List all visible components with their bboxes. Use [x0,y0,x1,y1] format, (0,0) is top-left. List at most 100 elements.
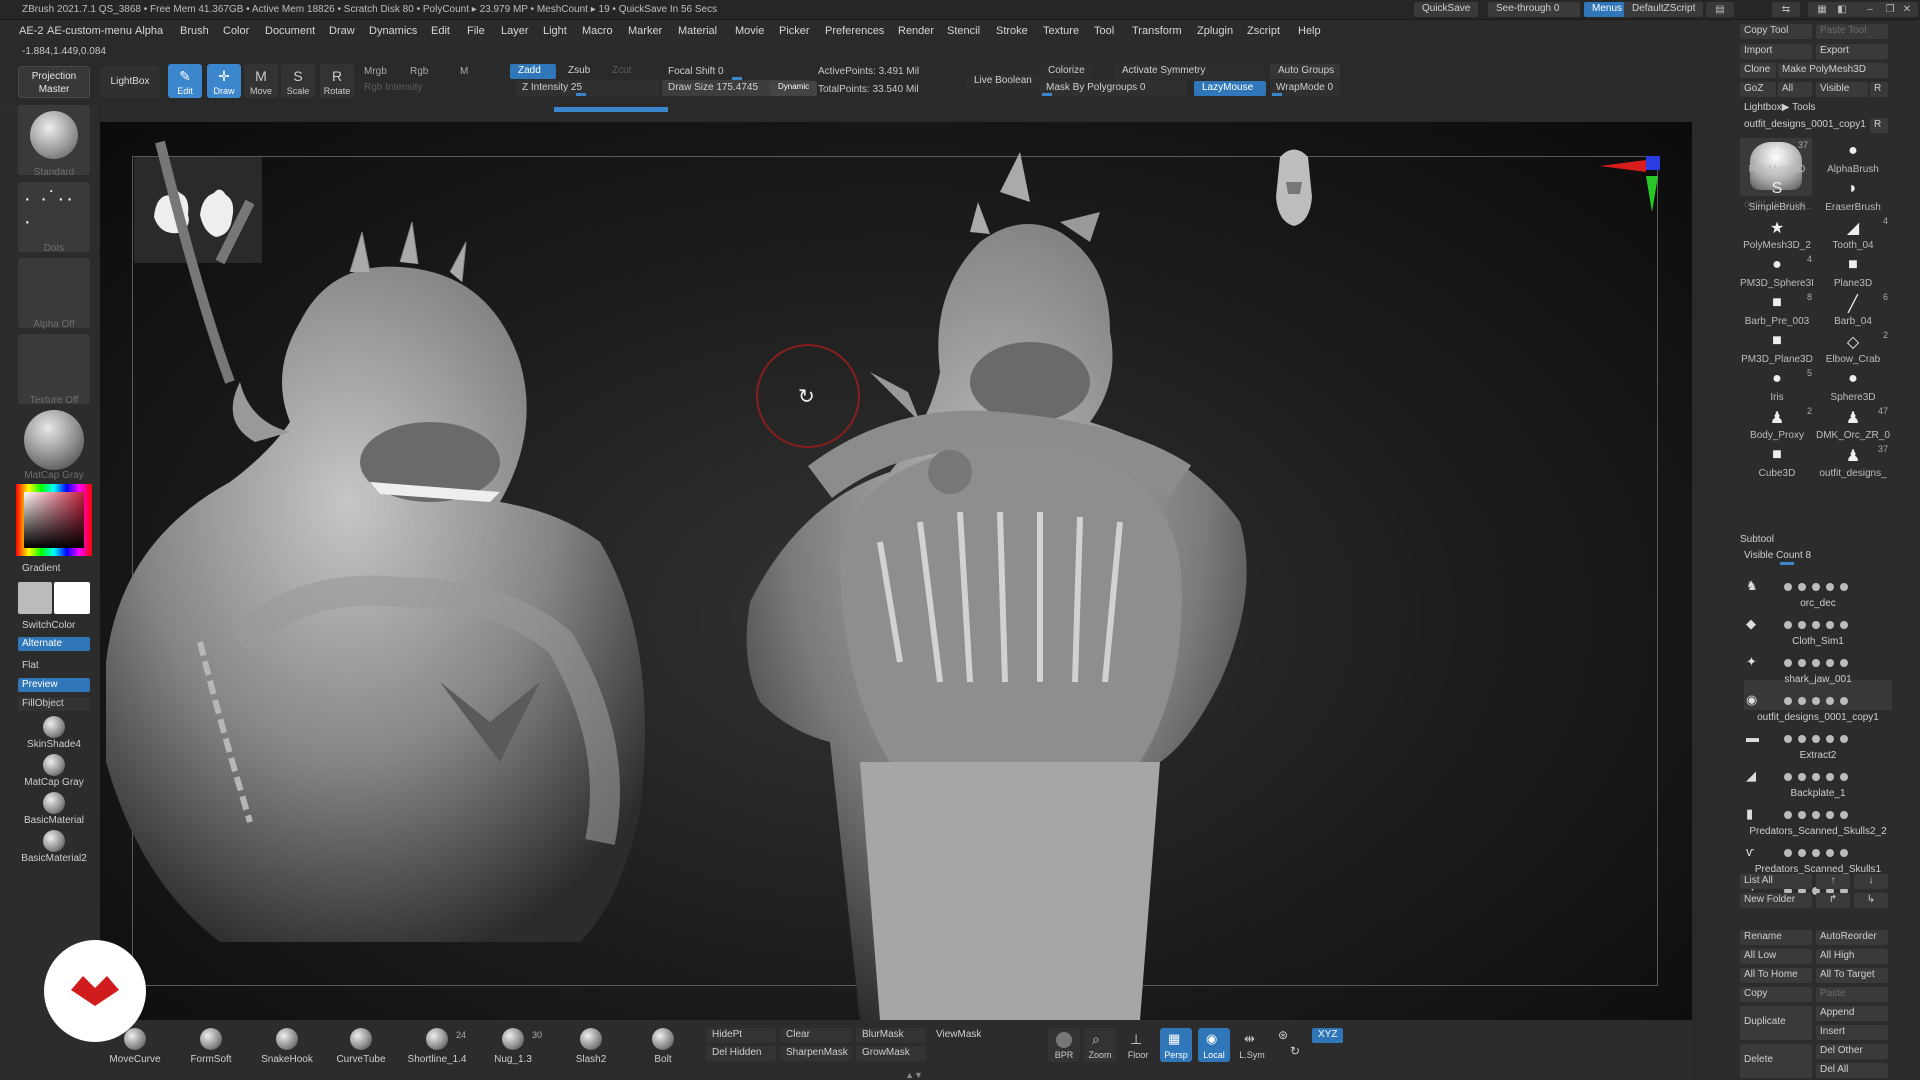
menu-tool[interactable]: Tool [1094,25,1114,37]
matcap-gray-material-icon[interactable] [43,754,65,776]
duplicate-button[interactable]: Duplicate [1740,1006,1812,1040]
subtool-row[interactable]: orc_dec ◆ [1744,598,1892,634]
lsym-button[interactable]: ⇹ L.Sym [1236,1028,1268,1062]
alpha-thumbnail[interactable] [18,258,90,328]
menu-render[interactable]: Render [898,25,934,37]
tool-item[interactable]: ● AlphaBrush [1816,140,1890,178]
menu-layer[interactable]: Layer [501,25,529,37]
main-color-swatch[interactable] [54,582,90,614]
arrow-up-right-icon[interactable]: ↱ [1816,893,1850,908]
left-creature-bust[interactable] [106,140,645,943]
rgb-intensity-slider[interactable]: Rgb Intensity [364,82,422,93]
menu-marker[interactable]: Marker [628,25,662,37]
menu-texture[interactable]: Texture [1043,25,1079,37]
gyro-icon[interactable]: ⊛ [1278,1028,1292,1042]
tool-item[interactable]: ◗ EraserBrush [1816,178,1890,216]
tool-item[interactable]: ♟ 47 DMK_Orc_ZR_0( [1816,406,1890,444]
del-hidden-button[interactable]: Del Hidden [706,1046,776,1061]
menu-picker[interactable]: Picker [779,25,810,37]
menu-light[interactable]: Light [543,25,567,37]
default-zscript-button[interactable]: DefaultZScript [1624,2,1704,17]
persp-button[interactable]: ▦ Persp [1160,1028,1192,1062]
mask-by-polygroups-slider[interactable]: Mask By Polygroups 0 [1040,80,1186,96]
clear-mask-button[interactable]: Clear [780,1028,852,1043]
tool-item[interactable]: ● Sphere3D [1816,368,1890,406]
wrapmode-slider[interactable]: WrapMode 0 [1270,80,1340,96]
activate-symmetry-button[interactable]: Activate Symmetry [1114,64,1264,79]
live-boolean-button[interactable]: Live Boolean [966,74,1040,89]
menu-movie[interactable]: Movie [735,25,764,37]
menu-material[interactable]: Material [678,25,717,37]
quicksave-button[interactable]: QuickSave [1414,2,1479,17]
subtool-toggles[interactable] [1784,696,1884,705]
rotate-view-icon[interactable]: ↻ [1290,1044,1304,1058]
visible-count-knob[interactable] [1780,562,1794,565]
close-icon[interactable]: ✕ [1896,2,1918,17]
subtool-toggles[interactable] [1784,848,1884,857]
floor-button[interactable]: ⊥ Floor [1122,1028,1154,1062]
menu-dynamics[interactable]: Dynamics [369,25,417,37]
del-other-button[interactable]: Del Other [1816,1044,1888,1059]
right-creature-bust[interactable] [746,152,1247,1020]
paste-tool-button[interactable]: Paste Tool [1816,24,1888,39]
see-through-slider[interactable]: See-through 0 [1488,2,1580,17]
gradient-button[interactable]: Gradient [18,562,90,576]
menu-edit[interactable]: Edit [431,25,450,37]
axis-z-cube[interactable] [1646,156,1660,170]
menu-alpha[interactable]: Alpha [135,25,163,37]
tool-item[interactable]: ★ PolyMesh3D [1740,140,1814,178]
color-picker[interactable] [16,484,92,556]
subtool-toggles[interactable] [1784,810,1884,819]
preview-button[interactable]: Preview [18,678,90,692]
subtool-row[interactable]: Extract2 ◢ [1744,750,1892,786]
fillobject-button[interactable]: FillObject [18,697,90,711]
export-button[interactable]: Export [1816,44,1888,59]
zcut-button[interactable]: Zcut [604,64,644,79]
mask-by-polygroups-knob[interactable] [1042,93,1052,96]
all-button[interactable]: All [1778,82,1812,97]
goz-button[interactable]: GoZ [1740,82,1776,97]
tool-item[interactable]: ◢ 4 Tooth_04 [1816,216,1890,254]
menu-brush[interactable]: Brush [180,25,209,37]
import-button[interactable]: Import [1740,44,1812,59]
paste-subtool-button[interactable]: Paste [1816,987,1888,1002]
tool-item[interactable]: ■ PM3D_Plane3D [1740,330,1814,368]
all-to-home-button[interactable]: All To Home [1740,968,1812,983]
focal-shift-slider[interactable]: Focal Shift 0 [662,64,810,80]
tool-item[interactable]: ■ Plane3D [1816,254,1890,292]
viewmask-button[interactable]: ViewMask [930,1028,1002,1043]
subtool-row[interactable]: shark_jaw_001 ◉ [1744,674,1892,710]
menu-color[interactable]: Color [223,25,249,37]
autoreorder-button[interactable]: AutoReorder [1816,930,1888,945]
secondary-color-swatch[interactable] [18,582,52,614]
tool-item[interactable]: ■ Cube3D [1740,444,1814,482]
tool-item[interactable]: ♟ 2 Body_Proxy [1740,406,1814,444]
shelf-collapse-icon[interactable]: ▲▼ [886,1070,942,1080]
menu-file[interactable]: File [467,25,485,37]
stroke-thumbnail[interactable]: · ·˙·· · [18,182,90,252]
tool-item[interactable]: ■ 8 Barb_Pre_003 [1740,292,1814,330]
arrow-down-right-icon[interactable]: ↳ [1854,893,1888,908]
subtool-toggles[interactable] [1784,582,1884,591]
basicmaterial2-icon[interactable] [43,830,65,852]
flat-button[interactable]: Flat [18,659,90,673]
sculpt-models[interactable] [100,122,1692,1020]
tool-item[interactable]: ● 4 PM3D_Sphere3I [1740,254,1814,292]
blurmask-button[interactable]: BlurMask [856,1028,926,1043]
subtool-header[interactable]: Subtool [1740,534,1888,548]
subtool-toggles[interactable] [1784,772,1884,781]
delete-button[interactable]: Delete [1740,1044,1812,1078]
menu-help[interactable]: Help [1298,25,1321,37]
colorize-button[interactable]: Colorize [1040,64,1093,79]
append-button[interactable]: Append [1816,1006,1888,1021]
sharpenmask-button[interactable]: SharpenMask [780,1046,852,1061]
lightbox-button[interactable]: LightBox [100,66,160,98]
subtool-row[interactable]: Predators_Scanned_Skulls2_2 ⱱ [1744,826,1892,862]
menu-stroke[interactable]: Stroke [996,25,1028,37]
axis-gizmo[interactable] [1594,152,1666,224]
tool-item[interactable]: ♟ 37 outfit_designs_ [1816,444,1890,482]
mrgb-button[interactable]: Mrgb [364,66,387,77]
swap-icon[interactable]: ⇆ [1772,2,1800,17]
brush-item[interactable]: Slash2 [556,1024,626,1076]
subtool-row[interactable]: ♞ [1744,566,1892,596]
